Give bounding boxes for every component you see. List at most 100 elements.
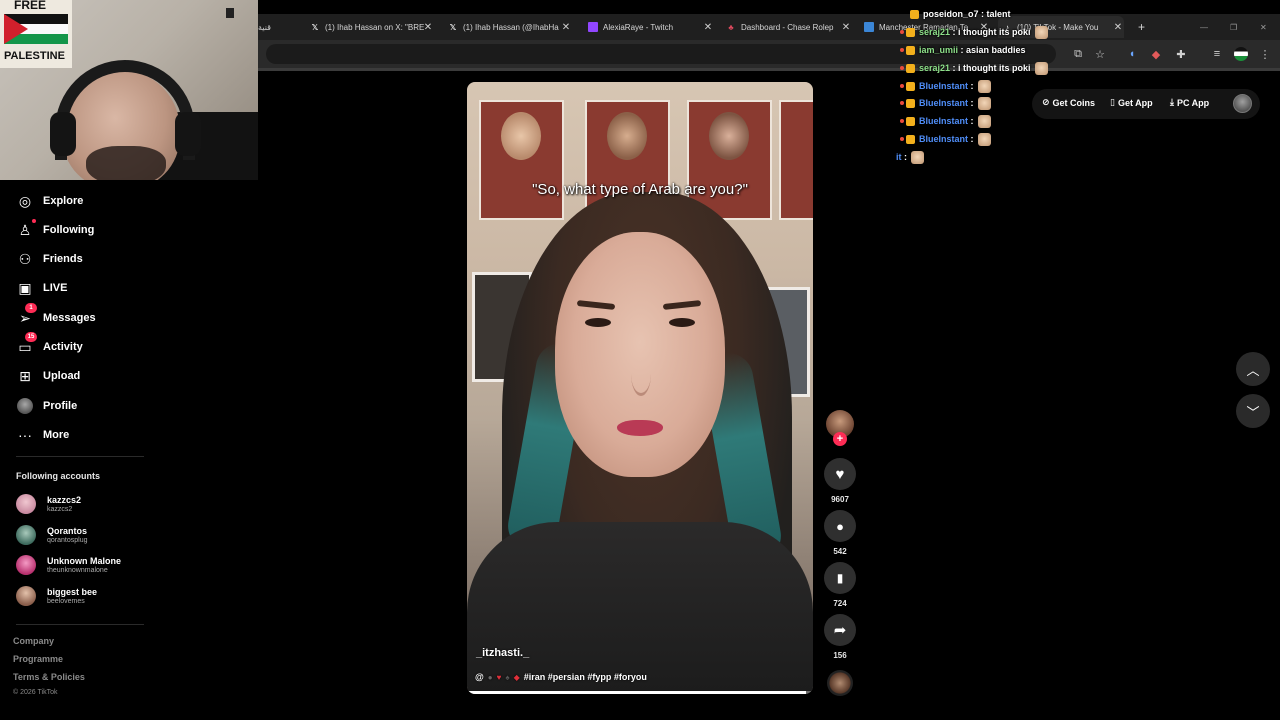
following-account[interactable]: kazzcs2 kazzcs2 xyxy=(16,492,81,516)
chat-message: it : xyxy=(896,149,924,165)
extensions-puzzle-icon[interactable]: ✚ xyxy=(1174,47,1188,61)
following-account[interactable]: Unknown Malone theunknownmalone xyxy=(16,553,121,577)
subscriber-badge xyxy=(906,45,915,55)
subscriber-badge xyxy=(910,9,919,19)
comment-button[interactable]: ● xyxy=(824,510,856,542)
browser-tab[interactable]: قنية ✕ xyxy=(258,16,304,38)
subject-brow xyxy=(662,300,702,310)
browser-tab[interactable]: ♣ Dashboard - Chase Rolep ✕ xyxy=(726,16,852,38)
sidebar-item-more[interactable]: ··· More xyxy=(16,423,69,447)
chat-emote-icon xyxy=(1034,25,1048,39)
chat-username: seraj21 xyxy=(919,27,951,37)
following-icon: ♙ xyxy=(16,219,36,239)
close-icon[interactable]: ✕ xyxy=(702,22,714,33)
close-icon[interactable]: ✕ xyxy=(560,22,572,33)
sidebar-item-label: LIVE xyxy=(43,282,68,294)
following-account[interactable]: biggest bee beelovemes xyxy=(16,584,97,608)
more-icon: ··· xyxy=(18,427,32,443)
follow-button[interactable]: + xyxy=(833,432,847,446)
share-count: 156 xyxy=(833,651,847,660)
window-close-button[interactable]: ✕ xyxy=(1260,16,1272,38)
messages-badge: 1 xyxy=(25,303,37,313)
poster-face xyxy=(709,112,749,160)
window-minimize-button[interactable]: — xyxy=(1200,16,1212,38)
sidebar-item-following[interactable]: ♙ Following xyxy=(16,218,94,242)
chat-emote-icon xyxy=(977,132,991,146)
compass-icon: ◎ xyxy=(18,192,32,209)
sidebar-item-activity[interactable]: ▭ 15 Activity xyxy=(16,332,83,359)
copyright: © 2026 TikTok xyxy=(13,689,58,696)
sidebar-item-friends[interactable]: ⚇ Friends xyxy=(16,247,83,271)
account-text: kazzcs2 kazzcs2 xyxy=(47,495,81,514)
sidebar-item-explore[interactable]: ◎ Explore xyxy=(16,189,83,213)
extension-audio-icon[interactable]: ◖ xyxy=(1125,47,1139,61)
avatar xyxy=(16,586,36,606)
close-icon[interactable]: ✕ xyxy=(302,22,305,33)
emoji-gray-dot: ● xyxy=(487,672,493,682)
chat-separator: : xyxy=(901,152,907,162)
phone-icon: ▯ xyxy=(1110,97,1115,107)
tiktok-sidebar: ◎ Explore ♙ Following ⚇ Friends ▣ LIVE ➢… xyxy=(0,180,258,720)
video-hashtags[interactable]: #iran #persian #fypp #foryou xyxy=(524,672,647,682)
get-app-label: Get App xyxy=(1117,97,1153,108)
account-text: biggest bee beelovemes xyxy=(47,587,97,606)
music-disc[interactable] xyxy=(827,670,853,696)
chat-text: talent xyxy=(986,9,1011,19)
sidebar-divider xyxy=(16,624,144,625)
sidebar-item-messages[interactable]: ➢ 1 Messages xyxy=(16,303,96,330)
video-player[interactable]: "So, what type of Arab are you?" _itzhas… xyxy=(467,82,813,694)
window-maximize-button[interactable]: ❐ xyxy=(1230,16,1242,38)
activity-badge: 15 xyxy=(25,332,37,342)
install-app-icon[interactable]: ⧉ xyxy=(1071,47,1085,61)
pc-app-label: PC App xyxy=(1176,97,1210,108)
video-author[interactable]: _itzhasti._ xyxy=(476,647,529,659)
sidebar-item-upload[interactable]: ⊞ Upload xyxy=(16,364,80,388)
poster-text-free: FREE xyxy=(14,0,47,12)
next-video-button[interactable]: ﹀ xyxy=(1236,394,1270,428)
chat-text: asian baddies xyxy=(966,45,1026,55)
subject-nose xyxy=(631,352,651,396)
share-button[interactable]: ➦ xyxy=(824,614,856,646)
chat-username: iam_umii xyxy=(919,45,959,55)
close-icon[interactable]: ✕ xyxy=(1112,22,1124,33)
get-coins-button[interactable]: ⊘ Get Coins xyxy=(1042,97,1095,108)
toolbar-divider xyxy=(258,68,1280,71)
media-controls-icon[interactable]: ≡ xyxy=(1210,47,1224,61)
close-icon[interactable]: ✕ xyxy=(840,22,852,33)
browser-menu-icon[interactable]: ⋮ xyxy=(1258,47,1272,61)
calendar-icon xyxy=(864,22,874,32)
following-account[interactable]: Qorantos qorantosplug xyxy=(16,523,87,547)
footer-link-company[interactable]: Company xyxy=(13,636,54,646)
save-button[interactable]: ▮ xyxy=(824,562,856,594)
like-button[interactable]: ♥ xyxy=(824,458,856,490)
sidebar-item-profile[interactable]: Profile xyxy=(16,394,77,418)
new-tab-button[interactable]: + xyxy=(1138,16,1150,38)
footer-link-terms[interactable]: Terms & Policies xyxy=(13,672,85,682)
footer-link-programme[interactable]: Programme xyxy=(13,654,63,664)
subscriber-badge xyxy=(906,116,915,126)
status-dot xyxy=(900,66,904,70)
close-icon[interactable]: ✕ xyxy=(422,22,434,33)
chase-icon: ♣ xyxy=(728,22,734,32)
browser-tab[interactable]: 𝕏 (1) Ihab Hassan (@IhabHa ✕ xyxy=(448,16,572,38)
bookmark-star-icon[interactable]: ☆ xyxy=(1093,47,1107,61)
comment-count: 542 xyxy=(833,547,847,556)
video-actions: + ♥ 9607 ● 542 ▮ 724 ➦ 156 xyxy=(822,408,858,698)
pc-app-button[interactable]: ⤓ PC App xyxy=(1170,97,1209,108)
flag-triangle xyxy=(4,14,28,44)
previous-video-button[interactable]: ︿ xyxy=(1236,352,1270,386)
profile-flag-icon[interactable] xyxy=(1234,47,1248,61)
coin-icon: ⊘ xyxy=(1042,97,1050,107)
like-count: 9607 xyxy=(831,495,849,504)
get-coins-label: Get Coins xyxy=(1052,97,1096,108)
extension-shield-icon[interactable]: ◆ xyxy=(1149,47,1163,61)
browser-tab[interactable]: 𝕏 (1) Ihab Hassan on X: "BRE ✕ xyxy=(310,16,434,38)
get-app-button[interactable]: ▯ Get App xyxy=(1110,97,1153,108)
headphone-right-cup xyxy=(175,112,201,156)
subject-lips xyxy=(617,420,663,436)
sidebar-item-live[interactable]: ▣ LIVE xyxy=(16,276,67,300)
subject-eye xyxy=(669,318,695,327)
browser-tab[interactable]: AlexiaRaye - Twitch ✕ xyxy=(588,16,714,38)
video-progress-bar[interactable] xyxy=(467,691,813,694)
user-avatar[interactable] xyxy=(1233,94,1252,113)
